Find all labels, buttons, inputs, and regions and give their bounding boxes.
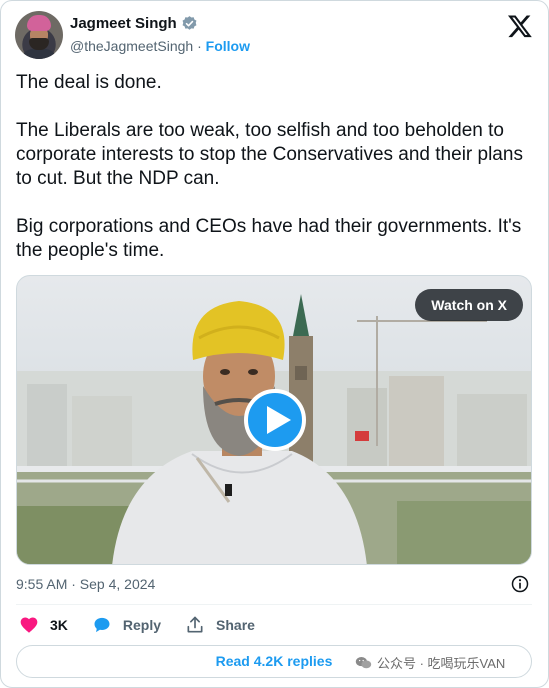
share-button[interactable]: Share — [185, 615, 255, 635]
tweet-header: Jagmeet Singh @theJagmeetSingh · Follow — [15, 11, 535, 61]
divider — [16, 604, 532, 605]
watch-on-x-button[interactable]: Watch on X — [415, 289, 523, 321]
watermark-text: 公众号 · 吃喝玩乐VAN — [377, 656, 506, 671]
heart-icon — [19, 615, 39, 635]
tweet-timestamp[interactable]: 9:55 AM · Sep 4, 2024 — [16, 576, 155, 592]
author-name[interactable]: Jagmeet Singh — [70, 15, 177, 32]
author-name-row: Jagmeet Singh — [70, 15, 198, 32]
tweet-paragraph: The Liberals are too weak, too selfish a… — [16, 120, 523, 189]
tweet-text: The deal is done. The Liberals are too w… — [16, 71, 536, 263]
like-button[interactable]: 3K — [19, 615, 68, 635]
tweet-paragraph: The deal is done. — [16, 72, 162, 93]
reply-bubble-icon — [92, 615, 112, 635]
follow-button[interactable]: Follow — [206, 38, 250, 54]
avatar[interactable] — [15, 11, 63, 59]
play-icon — [267, 406, 291, 434]
watermark: 公众号 · 吃喝玩乐VAN — [355, 653, 505, 672]
x-logo-icon[interactable] — [507, 13, 533, 39]
share-label: Share — [216, 617, 255, 633]
tweet-actions: 3K Reply Share — [19, 613, 279, 637]
like-count: 3K — [50, 617, 68, 633]
tweet-paragraph: Big corporations and CEOs have had their… — [16, 216, 522, 261]
tweet-embed-card: Jagmeet Singh @theJagmeetSingh · Follow … — [0, 0, 549, 688]
reply-label: Reply — [122, 617, 162, 633]
video-thumbnail[interactable]: Watch on X — [16, 275, 532, 565]
wechat-icon — [355, 656, 372, 668]
play-button[interactable] — [244, 389, 306, 451]
reply-button[interactable]: Reply — [92, 615, 161, 635]
author-handle[interactable]: @theJagmeetSingh — [70, 38, 193, 54]
info-icon[interactable] — [510, 574, 530, 594]
share-icon — [185, 615, 205, 635]
verified-badge-icon — [182, 16, 197, 30]
author-handle-row: @theJagmeetSingh · Follow — [70, 38, 250, 54]
handle-separator: · — [193, 38, 206, 54]
